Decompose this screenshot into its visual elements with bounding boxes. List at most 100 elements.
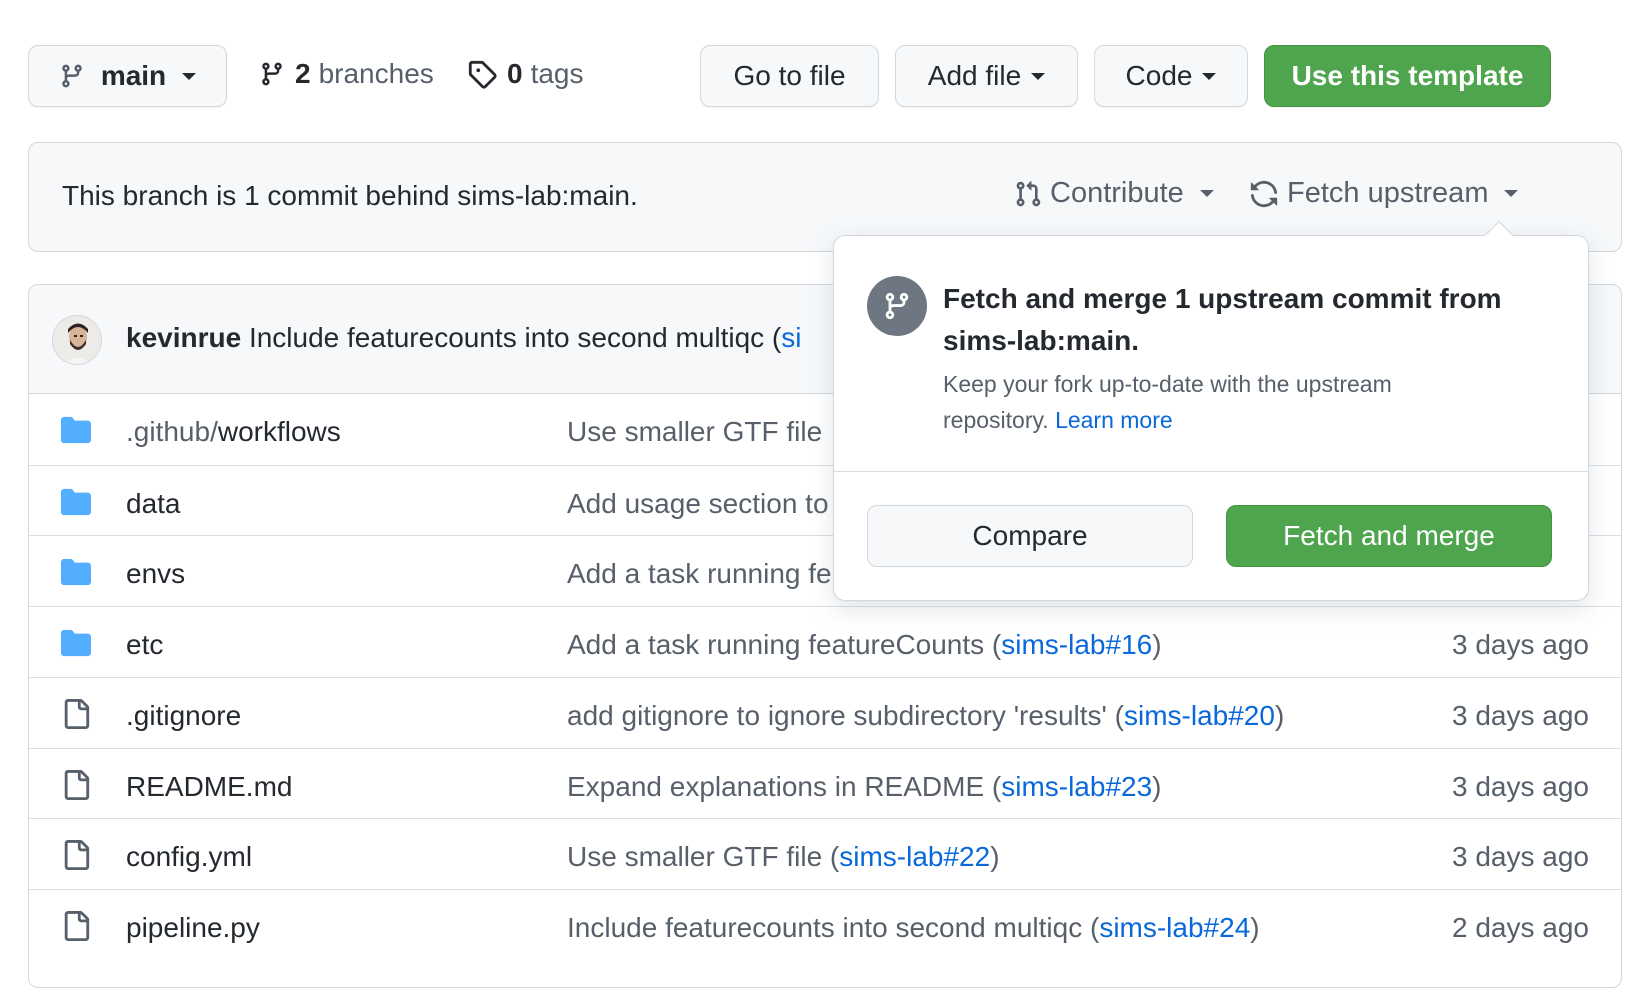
file-icon: [59, 698, 93, 729]
folder-icon: [59, 415, 93, 445]
commit-message-text: Include featurecounts into second multiq…: [567, 911, 1100, 943]
table-row: etc Add a task running featureCounts (sim…: [29, 606, 1621, 680]
tags-label: tags: [530, 58, 584, 89]
commit-message-text: Add a task running fe: [567, 558, 832, 590]
commit-pr-link[interactable]: si: [781, 322, 801, 353]
go-to-file-button[interactable]: Go to file: [700, 45, 879, 107]
go-to-file-label: Go to file: [733, 60, 846, 91]
file-name-link[interactable]: etc: [126, 629, 163, 661]
table-row: pipeline.py Include featurecounts into se…: [29, 888, 1621, 963]
commit-message-link[interactable]: Include featurecounts into second multiq…: [567, 912, 1260, 944]
file-name: etc: [126, 629, 164, 661]
commit-message-text: Add usage section to: [567, 487, 829, 519]
file-name: workflows: [217, 416, 341, 447]
commit-message[interactable]: Include featurecounts into second multiq…: [249, 322, 781, 353]
commit-age: 3 days ago: [1452, 699, 1589, 731]
branches-link[interactable]: 2 branches: [259, 58, 434, 90]
code-label: Code: [1125, 60, 1193, 91]
commit-pr-link[interactable]: sims-lab#24: [1099, 912, 1250, 943]
file-name: .gitignore: [126, 699, 242, 731]
git-branch-icon: [867, 276, 927, 336]
use-template-button[interactable]: Use this template: [1264, 45, 1551, 107]
commit-message-text: Use smaller GTF file: [567, 416, 823, 447]
latest-commit-text: kevinrue Include featurecounts into seco…: [126, 322, 802, 354]
contribute-label: Contribute: [1050, 177, 1184, 209]
caret-down-icon: [1504, 190, 1519, 197]
file-name-link[interactable]: envs: [126, 558, 185, 590]
branches-count: 2: [295, 58, 311, 89]
file-name-prefix: .github/: [126, 416, 218, 447]
commit-message-link[interactable]: Use smaller GTF file (sims-lab#22): [567, 841, 1000, 873]
commit-message-link[interactable]: add gitignore to ignore subdirectory 're…: [567, 700, 1284, 732]
contribute-button[interactable]: Contribute: [1014, 177, 1214, 210]
table-row: README.md Expand explanations in README (…: [29, 747, 1621, 822]
git-branch-icon: [62, 64, 82, 88]
compare-button[interactable]: Compare: [867, 505, 1193, 567]
file-name-link[interactable]: README.md: [126, 771, 292, 803]
commit-message-link[interactable]: Add a task running featureCounts (sims-l…: [567, 629, 1162, 661]
avatar[interactable]: [52, 315, 102, 365]
popover-divider: [834, 471, 1588, 472]
commit-message-suffix: ): [1250, 911, 1260, 943]
folder-icon: [59, 557, 93, 587]
file-name: README.md: [126, 770, 293, 802]
commit-message-suffix: ): [1152, 629, 1162, 661]
file-name-link[interactable]: .gitignore: [126, 700, 241, 732]
commit-age: 3 days ago: [1452, 770, 1589, 802]
commit-author[interactable]: kevinrue: [126, 322, 241, 353]
commit-message-link[interactable]: Expand explanations in README (sims-lab#…: [567, 771, 1162, 803]
branch-select-button[interactable]: main: [28, 45, 227, 107]
commit-age: 2 days ago: [1452, 911, 1589, 943]
file-name: config.yml: [126, 841, 253, 873]
file-icon: [59, 910, 93, 941]
commit-message-text: Add a task running featureCounts (: [567, 629, 1002, 661]
branches-label: branches: [318, 58, 434, 89]
use-template-label: Use this template: [1291, 60, 1524, 91]
commit-age: 3 days ago: [1452, 841, 1589, 873]
fetch-and-merge-label: Fetch and merge: [1283, 520, 1495, 551]
file-name-link[interactable]: .github/workflows: [126, 416, 341, 448]
commit-message-link[interactable]: Add a task running fe: [567, 558, 832, 590]
file-name: pipeline.py: [126, 911, 260, 943]
avatar-image: [53, 316, 101, 364]
caret-down-icon: [1199, 190, 1214, 197]
file-name-link[interactable]: config.yml: [126, 841, 252, 873]
commit-message-suffix: ): [1274, 699, 1285, 731]
commit-pr-link[interactable]: sims-lab#22: [839, 841, 990, 872]
git-branch-icon: [262, 62, 282, 86]
caret-down-icon: [182, 72, 197, 80]
commit-pr-link[interactable]: sims-lab#16: [1001, 629, 1152, 660]
file-icon: [59, 769, 93, 800]
file-name: envs: [126, 558, 186, 590]
commit-message-text: Use smaller GTF file (: [567, 841, 840, 873]
table-row: config.yml Use smaller GTF file (sims-lab…: [29, 818, 1621, 892]
caret-down-icon: [1031, 72, 1046, 80]
tags-link[interactable]: 0 tags: [467, 58, 584, 90]
learn-more-link[interactable]: Learn more: [1055, 407, 1173, 433]
popover-description: Keep your fork up-to-date with the upstr…: [943, 366, 1503, 438]
fetch-upstream-button[interactable]: Fetch upstream: [1249, 177, 1519, 210]
branch-select-label: main: [100, 60, 167, 91]
commit-message-link[interactable]: Use smaller GTF file: [567, 416, 822, 448]
add-file-button[interactable]: Add file: [895, 45, 1078, 107]
pull-request-icon: [1016, 180, 1041, 206]
commit-message-suffix: ): [1152, 770, 1162, 802]
commit-age: 3 days ago: [1452, 629, 1589, 661]
commit-message-link[interactable]: Add usage section to: [567, 488, 829, 520]
fetch-upstream-popover: Fetch and merge 1 upstream commit from s…: [833, 235, 1589, 601]
branch-status-text: This branch is 1 commit behind sims-lab:…: [62, 180, 638, 211]
commit-pr-link[interactable]: sims-lab#20: [1124, 700, 1275, 731]
file-name-link[interactable]: pipeline.py: [126, 912, 260, 944]
folder-icon: [59, 628, 93, 658]
sync-icon: [1250, 180, 1278, 207]
add-file-label: Add file: [927, 60, 1022, 91]
file-name-link[interactable]: data: [126, 488, 181, 520]
commit-message-text: add gitignore to ignore subdirectory 're…: [567, 699, 1124, 731]
commit-pr-link[interactable]: sims-lab#23: [1001, 771, 1152, 802]
compare-label: Compare: [972, 520, 1088, 551]
caret-down-icon: [1202, 72, 1217, 80]
popover-title: Fetch and merge 1 upstream commit from s…: [943, 283, 1502, 356]
tags-count: 0: [507, 58, 523, 89]
code-button[interactable]: Code: [1094, 45, 1248, 107]
fetch-and-merge-button[interactable]: Fetch and merge: [1226, 505, 1552, 567]
